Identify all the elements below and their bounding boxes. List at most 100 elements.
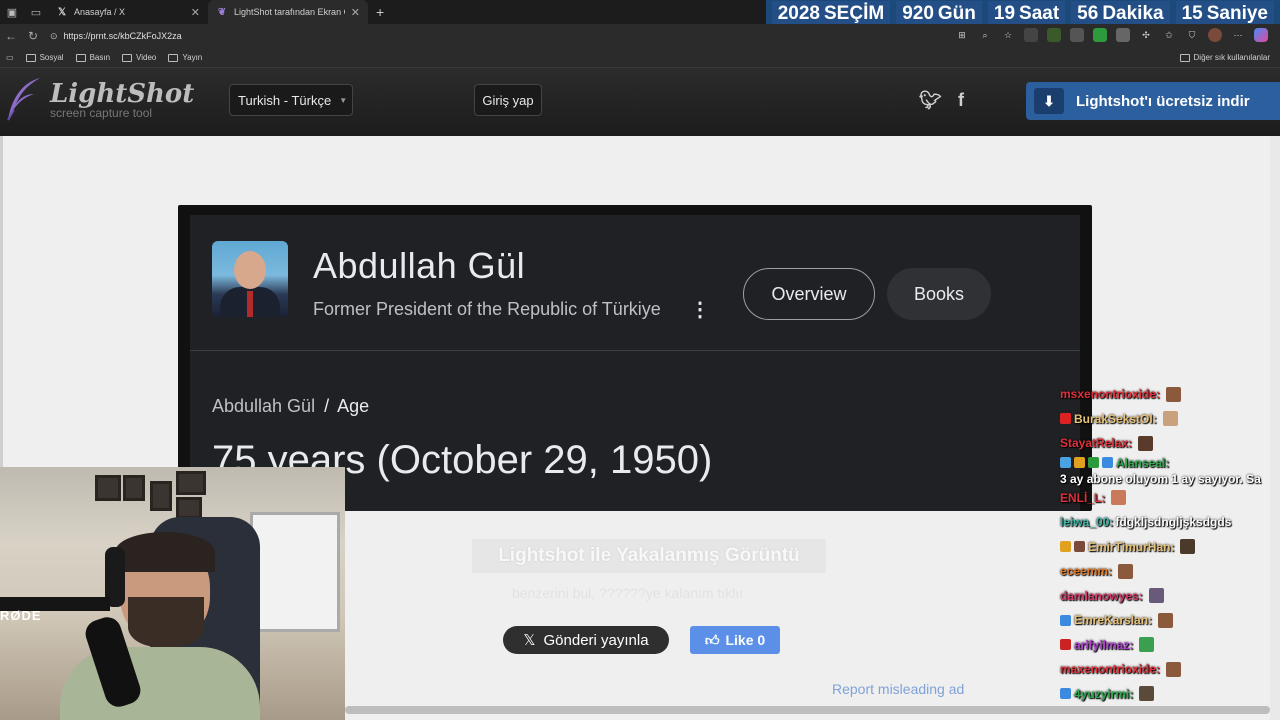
chat-user: ENLİ_L:: [1060, 490, 1106, 505]
thumbs-up-icon: 👍︎: [704, 631, 720, 648]
captured-screenshot[interactable]: Abdullah Gül Former President of the Rep…: [178, 205, 1092, 511]
days-unit: Gün: [937, 3, 976, 24]
new-tab-icon[interactable]: +: [368, 4, 392, 20]
url-field[interactable]: ⊙ https://prnt.sc/kbCZkFoJX2za: [50, 31, 182, 42]
badge-icon: [1088, 457, 1099, 468]
tab-overview: Overview: [743, 268, 875, 320]
badge-icon: [1060, 688, 1071, 700]
language-value: Turkish - Türkçe: [238, 92, 332, 108]
close-icon[interactable]: ✕: [191, 6, 200, 19]
browser-tab-lightshot[interactable]: ❦ LightShot tarafından Ekran Görün ✕: [208, 0, 368, 24]
extension-icon[interactable]: [1093, 28, 1107, 42]
profile-avatar-icon[interactable]: [1208, 28, 1222, 42]
badge-icon: [1060, 541, 1071, 553]
folder-icon: [168, 53, 179, 62]
other-bookmarks[interactable]: Diğer sık kullanılanlar: [1179, 53, 1270, 62]
emote-icon: [1139, 686, 1155, 702]
emote-icon: [1158, 612, 1174, 628]
lightshot-logo[interactable]: LightShot screen capture tool: [4, 76, 194, 124]
crumb-separator: /: [324, 396, 330, 416]
bookmark-label: Video: [136, 53, 157, 62]
chat-user: maxenontrioxide:: [1060, 662, 1161, 677]
browser-tab-x[interactable]: 𝕏 Anasayfa / X ✕: [48, 0, 208, 24]
badge-icon: [1102, 457, 1113, 468]
tab-books: Books: [887, 268, 991, 320]
bookmark-folder[interactable]: Basın: [75, 53, 110, 62]
horizontal-scrollbar[interactable]: [345, 706, 1270, 714]
site-info-icon[interactable]: ⊙: [50, 31, 58, 42]
like-label: Like 0: [725, 632, 766, 648]
copilot-icon[interactable]: [1254, 28, 1268, 42]
chat-message: damlanowyes:: [1060, 584, 1280, 609]
login-button[interactable]: Giriş yap: [474, 84, 542, 116]
reading-view-icon[interactable]: ▭: [6, 53, 14, 62]
app-available-icon[interactable]: ⊞: [955, 28, 969, 42]
emote-icon: [1166, 661, 1182, 677]
chat-message: EmreKarslan:: [1060, 608, 1280, 633]
download-button[interactable]: ⬇ Lightshot'ı ücretsiz indir: [1026, 82, 1280, 120]
chat-message: Alanseal: 3 ay abone oluyom 1 ay sayıyor.…: [1060, 456, 1280, 486]
chat-message: maxenontrioxide:: [1060, 657, 1280, 682]
whiteboard: [250, 512, 340, 632]
extensions-puzzle-icon[interactable]: ✣: [1139, 28, 1153, 42]
report-ad-link[interactable]: Report misleading ad: [832, 681, 964, 697]
folder-icon: [122, 53, 133, 62]
chat-message: leiwa_00: fdgkljsdngljşksdgds: [1060, 510, 1280, 535]
x-share-button[interactable]: 𝕏 Gönderi yayınla: [503, 626, 669, 654]
chat-user: msxenontrioxide:: [1060, 387, 1161, 402]
badge-icon: [1060, 614, 1071, 626]
more-vert-icon: ⋮: [690, 299, 710, 321]
crumb-topic: Age: [337, 396, 370, 416]
download-label: Lightshot'ı ücretsiz indir: [1076, 92, 1250, 110]
minutes-unit: Dakika: [1102, 3, 1164, 24]
breadcrumb: Abdullah Gül / Age: [212, 396, 369, 417]
logo-title: LightShot: [50, 79, 195, 109]
countdown-label: SEÇİM: [824, 3, 885, 24]
bookmarks-bar: ▭ Sosyal Basın Video Yayın Diğer sık kul…: [0, 48, 1280, 68]
language-select[interactable]: Turkish - Türkçe ▼: [229, 84, 353, 116]
person-name: Abdullah Gül: [313, 245, 526, 286]
extension-icon[interactable]: [1070, 28, 1084, 42]
shield-icon[interactable]: ⛉: [1185, 28, 1199, 42]
favorites-icon[interactable]: ✩: [1162, 28, 1176, 42]
badge-icon: [1060, 639, 1071, 651]
bookmark-folder[interactable]: Sosyal: [25, 53, 64, 62]
folder-icon: [75, 53, 86, 62]
person-photo: [212, 241, 288, 317]
facebook-like-button[interactable]: 👍︎ Like 0: [690, 626, 780, 654]
workspaces-icon[interactable]: ▣: [0, 0, 24, 24]
wall-photo-frame: [95, 475, 121, 501]
close-icon[interactable]: ✕: [351, 6, 360, 19]
seconds-value: 15: [1181, 3, 1203, 24]
more-menu-icon[interactable]: ⋯: [1231, 28, 1245, 42]
extension-icon[interactable]: [1047, 28, 1061, 42]
emote-icon: [1139, 637, 1155, 653]
twitter-bird-icon[interactable]: 🐦︎: [919, 90, 942, 111]
emote-icon: [1111, 490, 1127, 506]
hours-value: 19: [993, 3, 1016, 24]
feather-icon: ❦: [217, 6, 227, 18]
tab-actions-icon[interactable]: ▭: [24, 0, 48, 24]
bookmark-label: Sosyal: [39, 53, 64, 62]
wall-photo-frame: [176, 471, 206, 495]
facebook-icon[interactable]: f: [958, 90, 964, 111]
chat-message: arifyilmaz:: [1060, 633, 1280, 658]
back-icon[interactable]: ←: [0, 29, 22, 43]
extension-icon[interactable]: [1024, 28, 1038, 42]
extension-icon[interactable]: [1116, 28, 1130, 42]
stream-chat: msxenontrioxide: BurakSekstOl: StayatRel…: [1060, 382, 1280, 706]
bookmark-folder[interactable]: Video: [122, 53, 156, 62]
chat-user: EmirTimurHan:: [1088, 539, 1175, 554]
favorite-star-icon[interactable]: ☆: [1001, 28, 1015, 42]
chat-message: msxenontrioxide:: [1060, 382, 1280, 407]
logo-subtitle: screen capture tool: [50, 106, 153, 120]
emote-icon: [1138, 435, 1154, 451]
divider: [190, 350, 1080, 351]
bookmark-folder[interactable]: Yayın: [168, 53, 202, 62]
crumb-name: Abdullah Gül: [212, 396, 316, 416]
zoom-icon[interactable]: ⌕: [978, 28, 992, 42]
emote-icon: [1162, 411, 1178, 427]
hours-unit: Saat: [1019, 3, 1060, 24]
streamer-beard: [128, 597, 204, 647]
reload-icon[interactable]: ↻: [22, 29, 44, 43]
